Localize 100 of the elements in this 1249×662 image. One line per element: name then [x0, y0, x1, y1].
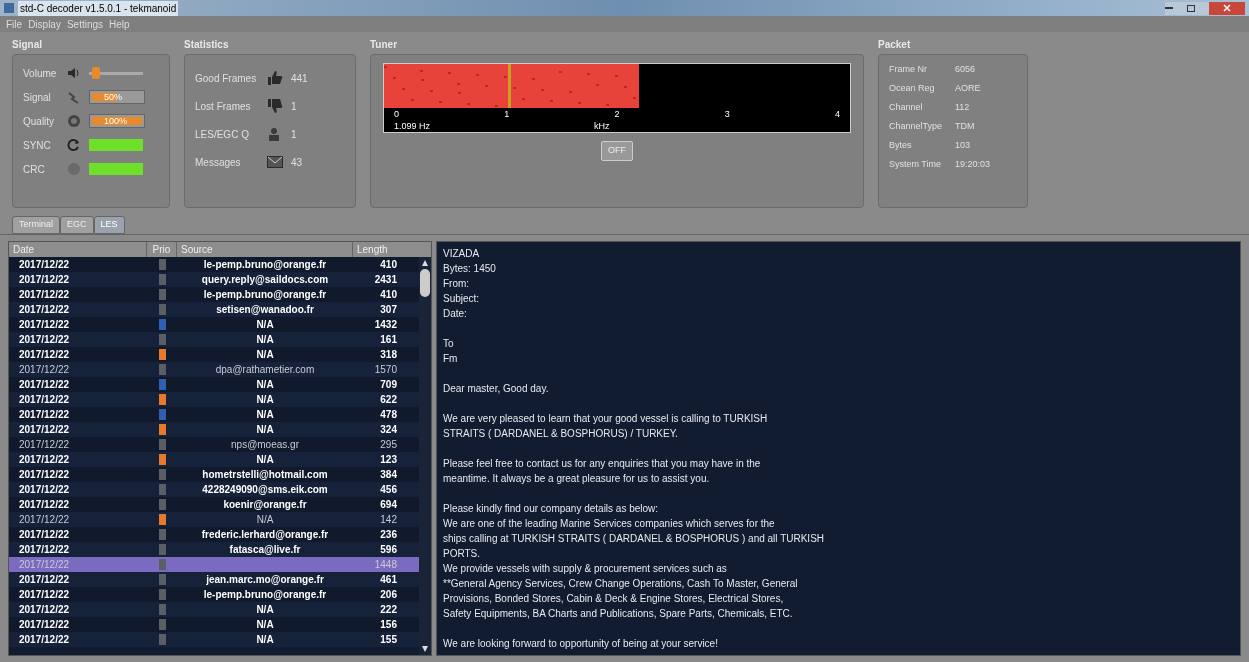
source-cell: le-pemp.bruno@orange.fr [203, 259, 327, 270]
source-cell: N/A [256, 604, 274, 615]
date-cell-text: 2017/12/22 [18, 483, 71, 497]
statistic-label: LES/EGC Q [195, 127, 250, 142]
message-row[interactable]: 2017/12/22 query.reply@saildocs.com 2431 [9, 272, 419, 287]
message-line: PORTS. [443, 547, 482, 561]
message-line: We provide vessels with supply & procurement services such as [443, 562, 728, 576]
message-row[interactable]: 2017/12/22 4228249090@sms.eik.com 456 [9, 482, 419, 497]
message-row[interactable]: 2017/12/22 N/A 622 [9, 392, 419, 407]
message-row[interactable]: 2017/12/22 dpa@rathametier.com 1570 [9, 362, 419, 377]
group-title: Tuner [370, 38, 399, 52]
message-line: **General Agency Services, Crew Change Operations, Cash To Master, General [443, 577, 799, 591]
length-cell-text: 622 [379, 393, 398, 407]
source-cell: N/A [256, 634, 274, 645]
source-cell: N/A [256, 334, 274, 345]
date-cell-text: 2017/12/22 [18, 558, 71, 572]
length-cell-text: 161 [379, 333, 398, 347]
message-row[interactable]: 2017/12/22 N/A 709 [9, 377, 419, 392]
message-row[interactable]: 2017/12/22 N/A 222 [9, 602, 419, 617]
length-cell-text: 295 [379, 438, 398, 452]
message-row[interactable]: 2017/12/22 N/A 142 [9, 512, 419, 527]
group-title: Statistics [184, 38, 230, 52]
message-line: We are very pleased to learn that your good vessel is calling to TURKISH [443, 412, 769, 426]
message-row[interactable]: 2017/12/22 hometrstelli@hotmail.com 384 [9, 467, 419, 482]
message-row[interactable]: 2017/12/22 N/A 1432 [9, 317, 419, 332]
date-cell-text: 2017/12/22 [18, 288, 71, 302]
signal-label: Signal [23, 90, 52, 105]
length-cell-text: 222 [379, 603, 398, 617]
message-line: Date: [443, 307, 468, 321]
message-row[interactable]: 2017/12/22 le-pemp.bruno@orange.fr 206 [9, 587, 419, 602]
message-row[interactable]: 2017/12/22 nps@moeas.gr 295 [9, 437, 419, 452]
length-cell-text: 456 [379, 483, 398, 497]
scroll-thumb[interactable] [420, 269, 430, 297]
volume-slider[interactable] [89, 67, 143, 79]
message-row[interactable]: 2017/12/22 setisen@wanadoo.fr 307 [9, 302, 419, 317]
source-cell: N/A [256, 619, 274, 630]
packet-value: 112 [955, 101, 970, 115]
minimize-button[interactable] [1165, 1, 1187, 15]
frequency-tick: 2 [614, 108, 620, 120]
message-line: Please feel free to contact us for any enquiries that you may have in the [443, 457, 762, 471]
date-cell-text: 2017/12/22 [18, 573, 71, 587]
date-cell-text: 2017/12/22 [18, 393, 71, 407]
source-cell: jean.marc.mo@orange.fr [206, 574, 324, 585]
message-row[interactable]: 2017/12/22 frederic.lerhard@orange.fr 236 [9, 527, 419, 542]
frequency-reading: 1.099 Hz [394, 120, 432, 132]
message-row[interactable]: 2017/12/22 N/A 318 [9, 347, 419, 362]
speaker-icon [67, 67, 81, 79]
envelope-icon [267, 156, 283, 168]
length-cell-text: 1432 [373, 318, 398, 332]
message-row[interactable]: 2017/12/22 N/A 123 [9, 452, 419, 467]
packet-value: TDM [955, 120, 975, 134]
scrollbar[interactable] [419, 257, 431, 655]
date-cell-text: 2017/12/22 [18, 363, 71, 377]
message-row[interactable]: 2017/12/22 N/A 155 [9, 632, 419, 647]
message-row[interactable]: 2017/12/22 N/A 478 [9, 407, 419, 422]
frequency-tick: 0 [394, 108, 399, 120]
group-title: Packet [878, 38, 912, 52]
length-cell-text: 123 [379, 453, 398, 467]
date-cell-text: 2017/12/22 [18, 333, 71, 347]
message-row[interactable]: 2017/12/22 le-pemp.bruno@orange.fr 410 [9, 257, 419, 272]
message-line: Dear master, Good day. [443, 382, 550, 396]
date-cell-text: 2017/12/22 [18, 543, 71, 557]
slider-thumb[interactable] [91, 67, 100, 79]
thumbs-down-icon [267, 99, 283, 113]
message-row[interactable]: 2017/12/22 N/A 324 [9, 422, 419, 437]
maximize-button[interactable] [1187, 1, 1209, 15]
message-row[interactable]: 2017/12/22 fatasca@live.fr 596 [9, 542, 419, 557]
date-cell-text: 2017/12/22 [18, 453, 71, 467]
message-line: VIZADA [443, 247, 481, 261]
thumbs-up-icon [267, 71, 283, 85]
frequency-tick: 4 [834, 108, 840, 120]
date-cell-text: 2017/12/22 [18, 273, 71, 287]
message-row[interactable]: 2017/12/22 koenir@orange.fr 694 [9, 497, 419, 512]
length-cell-text: 236 [379, 528, 398, 542]
scroll-up-icon[interactable] [421, 259, 429, 267]
signal-label: Quality [23, 114, 56, 129]
source-cell: hometrstelli@hotmail.com [202, 469, 328, 480]
message-row[interactable]: 2017/12/22 jean.marc.mo@orange.fr 461 [9, 572, 419, 587]
date-cell-text: 2017/12/22 [18, 408, 71, 422]
date-cell-text: 2017/12/22 [18, 618, 71, 632]
source-cell: nps@moeas.gr [231, 439, 299, 450]
source-cell: frederic.lerhard@orange.fr [201, 529, 329, 540]
source-cell: N/A [256, 394, 274, 405]
length-cell-text: 1448 [373, 558, 398, 572]
length-cell-text: 596 [379, 543, 398, 557]
message-row[interactable]: 2017/12/22 N/A 156 [9, 617, 419, 632]
date-cell-text: 2017/12/22 [18, 603, 71, 617]
scroll-down-icon[interactable] [421, 645, 429, 653]
packet-value: AORE [955, 82, 981, 96]
close-button[interactable] [1209, 1, 1245, 15]
message-row[interactable]: 2017/12/22 N/A 161 [9, 332, 419, 347]
date-cell-text: 2017/12/22 [18, 378, 71, 392]
statistic-label: Messages [195, 155, 242, 170]
length-cell-text: 1570 [373, 363, 398, 377]
message-row[interactable]: 2017/12/22 le-pemp.bruno@orange.fr 410 [9, 287, 419, 302]
message-line: Subject: [443, 292, 481, 306]
message-line: Please kindly find our company details as below: [443, 502, 660, 516]
date-cell-text: 2017/12/22 [18, 303, 71, 317]
length-cell-text: 307 [379, 303, 398, 317]
date-cell-text: 2017/12/22 [18, 498, 71, 512]
